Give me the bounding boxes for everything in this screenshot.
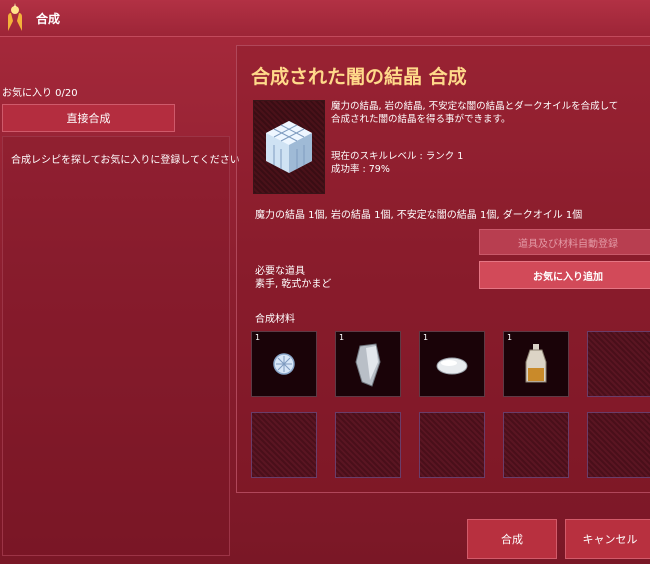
result-item-slot[interactable] xyxy=(253,100,325,194)
material-slot[interactable]: 1 xyxy=(503,331,569,397)
material-slot-empty[interactable] xyxy=(419,412,485,478)
direct-synthesis-button[interactable]: 直接合成 xyxy=(2,104,175,132)
material-slot-empty[interactable] xyxy=(503,412,569,478)
favorites-hint-text: 合成レシピを探してお気に入りに登録してください xyxy=(11,155,240,166)
rock-crystal-icon xyxy=(355,343,381,387)
dark-crystal-cube-icon xyxy=(266,121,312,173)
cancel-button[interactable]: キャンセル xyxy=(565,519,650,559)
synthesize-button[interactable]: 合成 xyxy=(467,519,557,559)
success-rate-text: 成功率 : 79% xyxy=(331,164,390,175)
required-tools: 必要な道具 素手, 乾式かまど xyxy=(255,265,331,291)
recipe-description: 魔力の結晶, 岩の結晶, 不安定な闇の結晶とダークオイルを合成して 合成された闇… xyxy=(331,100,650,126)
title-bar: 合成 xyxy=(0,0,650,37)
tools-heading: 必要な道具 xyxy=(255,266,305,277)
material-slot-empty[interactable] xyxy=(587,412,650,478)
material-qty: 1 xyxy=(423,333,429,342)
magic-crystal-icon xyxy=(273,353,295,375)
material-slot[interactable]: 1 xyxy=(419,331,485,397)
recipe-title: 合成された闇の結晶 合成 xyxy=(251,66,467,88)
material-qty: 1 xyxy=(339,333,345,342)
unstable-dark-crystal-icon xyxy=(436,357,468,375)
recipe-detail-panel: 合成された闇の結晶 合成 魔力の結晶, 岩の結晶, 不安定な闇の結晶とダークオイ… xyxy=(236,45,650,493)
materials-summary: 魔力の結晶 1個, 岩の結晶 1個, 不安定な闇の結晶 1個, ダークオイル 1… xyxy=(255,210,583,221)
dark-oil-bottle-icon xyxy=(525,344,547,383)
skill-info: 現在のスキルレベル : ランク 1 成功率 : 79% xyxy=(331,150,463,176)
tools-value: 素手, 乾式かまど xyxy=(255,279,332,290)
materials-heading: 合成材料 xyxy=(255,314,295,325)
material-qty: 1 xyxy=(507,333,513,342)
material-slot-empty[interactable] xyxy=(335,412,401,478)
material-slot-empty[interactable] xyxy=(251,412,317,478)
description-line: 魔力の結晶, 岩の結晶, 不安定な闇の結晶とダークオイルを合成して xyxy=(331,101,619,112)
material-slot[interactable]: 1 xyxy=(335,331,401,397)
skill-level-text: 現在のスキルレベル : ランク 1 xyxy=(331,151,464,162)
auto-register-button[interactable]: 道具及び材料自動登録 xyxy=(479,229,650,255)
material-slot[interactable]: 1 xyxy=(251,331,317,397)
favorites-list-panel: 合成レシピを探してお気に入りに登録してください xyxy=(2,136,240,556)
material-slot-empty[interactable] xyxy=(587,331,650,397)
material-qty: 1 xyxy=(255,333,261,342)
add-favorite-button[interactable]: お気に入り追加 xyxy=(479,261,650,289)
favorites-count: お気に入り 0/20 xyxy=(2,88,78,99)
window-title: 合成 xyxy=(36,12,61,26)
synthesis-hands-icon xyxy=(8,3,22,31)
description-line: 合成された闇の結晶を得る事ができます。 xyxy=(331,114,511,125)
